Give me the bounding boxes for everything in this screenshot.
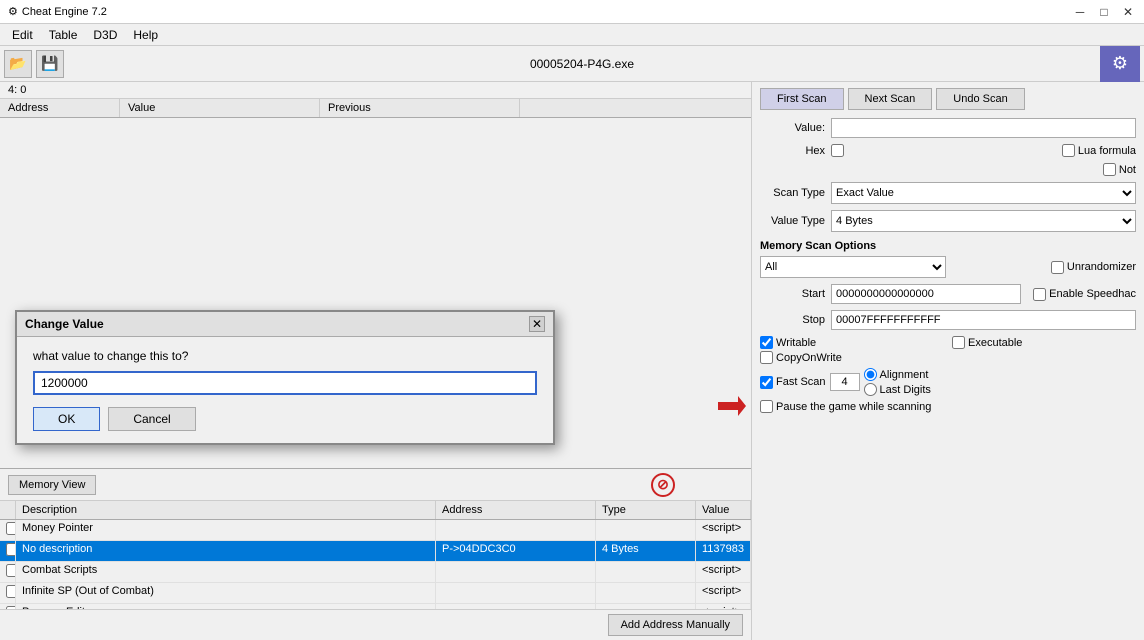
dialog-prompt: what value to change this to? [33, 349, 537, 363]
dialog-ok-button[interactable]: OK [33, 407, 100, 431]
dialog-value-input[interactable] [33, 371, 537, 395]
dialog-buttons: OK Cancel [33, 407, 537, 431]
dialog-overlay: Change Value ✕ what value to change this… [0, 0, 1144, 640]
change-value-dialog: Change Value ✕ what value to change this… [15, 310, 555, 445]
dialog-body: what value to change this to? OK Cancel [17, 337, 553, 443]
dialog-titlebar: Change Value ✕ [17, 312, 553, 337]
dialog-cancel-button[interactable]: Cancel [108, 407, 195, 431]
dialog-title: Change Value [25, 317, 104, 331]
dialog-close-button[interactable]: ✕ [529, 316, 545, 332]
